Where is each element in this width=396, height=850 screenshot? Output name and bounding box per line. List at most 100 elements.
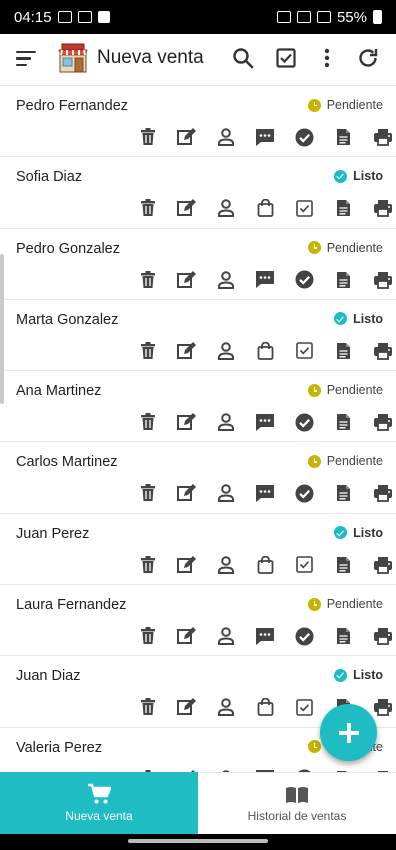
trash-icon[interactable] [128,411,167,433]
trash-icon[interactable] [128,482,167,504]
checkbox-icon[interactable] [285,197,324,219]
menu-icon[interactable] [16,51,36,69]
nav-history[interactable]: Historial de ventas [198,772,396,834]
status-label: Listo [353,525,383,540]
person-icon[interactable] [206,197,245,219]
search-icon[interactable] [230,45,256,71]
nav-new-sale[interactable]: Nueva venta [0,772,198,834]
check-circle-icon[interactable] [285,269,324,291]
order-row[interactable]: Pedro Fernandez Pendiente [0,86,396,158]
person-icon[interactable] [206,411,245,433]
person-icon[interactable] [206,696,245,718]
checkbox-icon[interactable] [285,554,324,576]
bag-icon[interactable] [246,696,285,718]
comment-icon[interactable] [246,269,285,291]
checkbox-icon[interactable] [285,696,324,718]
row-actions [128,197,396,219]
edit-icon[interactable] [167,625,206,647]
row-actions [128,482,396,504]
print-icon[interactable] [363,197,396,219]
edit-icon[interactable] [167,411,206,433]
orders-list: Pedro Fernandez Pendiente Sofia Diaz Listo P… [0,86,396,799]
check-status-icon [334,169,348,183]
edit-icon[interactable] [167,197,206,219]
order-row[interactable]: Pedro Gonzalez Pendiente [0,229,396,300]
check-circle-icon[interactable] [285,482,324,504]
row-actions [128,554,396,576]
notification-icon [97,11,110,23]
customer-name: Carlos Martinez [16,454,118,471]
refresh-icon[interactable] [355,45,381,71]
order-row[interactable]: Juan Perez Listo [0,514,396,586]
check-circle-icon[interactable] [285,411,324,433]
document-icon[interactable] [324,126,363,148]
select-all-checkbox-icon[interactable] [273,45,299,71]
trash-icon[interactable] [128,340,167,362]
check-circle-icon[interactable] [285,625,324,647]
document-icon[interactable] [324,482,363,504]
print-icon[interactable] [363,554,396,576]
checkbox-icon[interactable] [285,340,324,362]
print-icon[interactable] [363,269,396,291]
row-actions [128,340,396,362]
document-icon[interactable] [324,197,363,219]
edit-icon[interactable] [167,126,206,148]
status-label: Pendiente [326,597,383,612]
comment-icon[interactable] [246,482,285,504]
comment-icon[interactable] [246,625,285,647]
edit-icon[interactable] [167,269,206,291]
plus-icon [338,722,359,743]
more-vert-icon[interactable] [314,45,340,71]
clock-icon [307,98,321,112]
notification-icon [77,11,92,23]
trash-icon[interactable] [128,696,167,718]
edit-icon[interactable] [167,696,206,718]
print-icon[interactable] [363,340,396,362]
bag-icon[interactable] [246,340,285,362]
status-label: Pendiente [326,383,383,398]
customer-name: Pedro Gonzalez [16,240,120,257]
document-icon[interactable] [324,554,363,576]
order-row[interactable]: Laura Fernandez Pendiente [0,585,396,657]
book-icon [286,786,308,803]
trash-icon[interactable] [128,554,167,576]
print-icon[interactable] [363,411,396,433]
document-icon[interactable] [324,340,363,362]
person-icon[interactable] [206,126,245,148]
order-row[interactable]: Marta Gonzalez Listo [0,300,396,372]
print-icon[interactable] [363,482,396,504]
person-icon[interactable] [206,554,245,576]
document-icon[interactable] [324,269,363,291]
trash-icon[interactable] [128,269,167,291]
person-icon[interactable] [206,340,245,362]
customer-name: Pedro Fernandez [16,98,129,114]
check-circle-icon[interactable] [285,126,324,148]
bag-icon[interactable] [246,554,285,576]
print-icon[interactable] [363,625,396,647]
person-icon[interactable] [206,269,245,291]
order-row[interactable]: Sofia Diaz Listo [0,157,396,229]
print-icon[interactable] [363,126,396,148]
edit-icon[interactable] [167,482,206,504]
add-sale-button[interactable] [320,704,377,761]
document-icon[interactable] [324,625,363,647]
order-row[interactable]: Carlos Martinez Pendiente [0,442,396,514]
customer-name: Juan Diaz [16,668,81,685]
person-icon[interactable] [206,625,245,647]
trash-icon[interactable] [128,197,167,219]
customer-name: Valeria Perez [16,739,102,756]
edit-icon[interactable] [167,554,206,576]
person-icon[interactable] [206,482,245,504]
bag-icon[interactable] [246,197,285,219]
alarm-icon [276,11,291,23]
comment-icon[interactable] [246,411,285,433]
trash-icon[interactable] [128,126,167,148]
edit-icon[interactable] [167,340,206,362]
document-icon[interactable] [324,411,363,433]
trash-icon[interactable] [128,625,167,647]
status-label: Listo [353,169,383,184]
home-gesture-bar[interactable] [128,839,268,843]
comment-icon[interactable] [246,126,285,148]
scroll-handle[interactable] [0,254,4,404]
order-row[interactable]: Ana Martinez Pendiente [0,371,396,443]
